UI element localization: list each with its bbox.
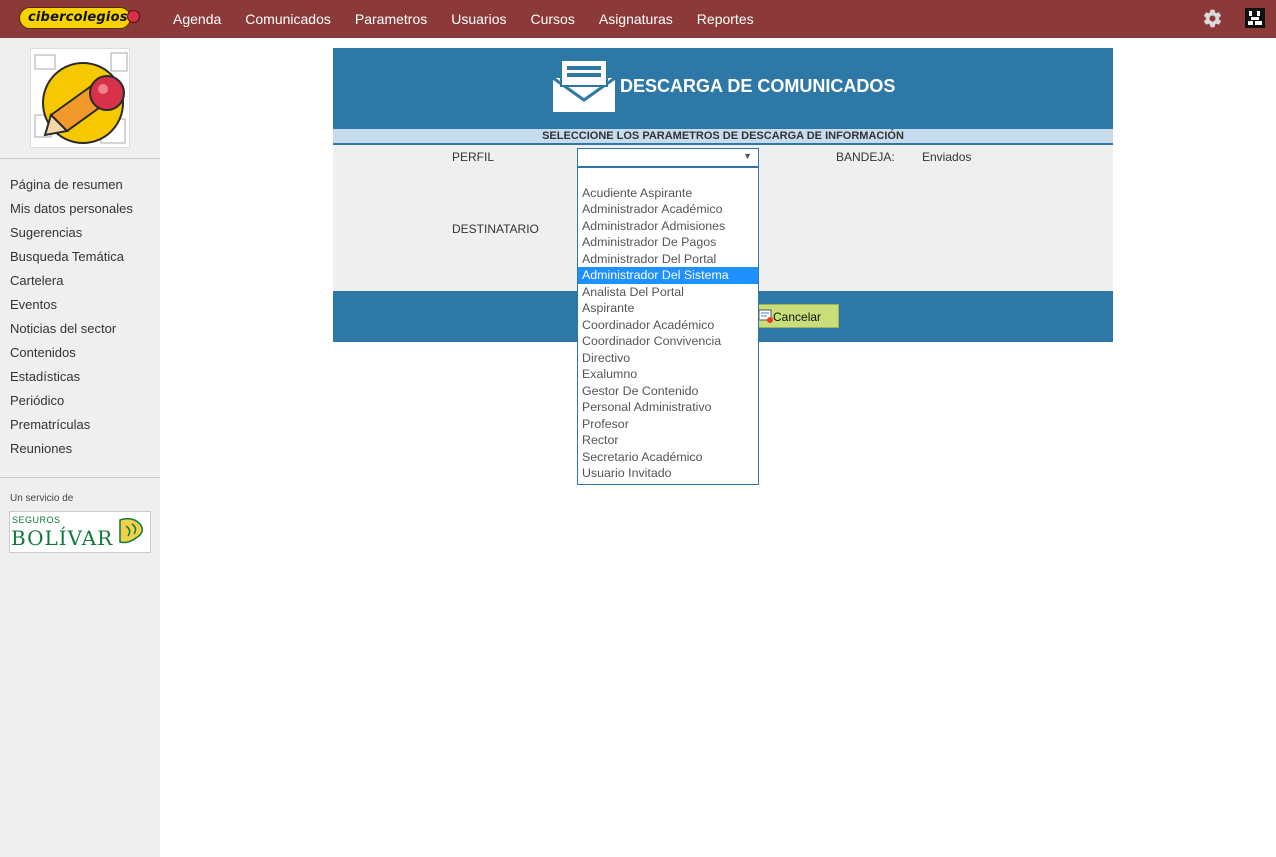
dropdown-option[interactable]: Directivo <box>578 350 758 367</box>
nav-asignaturas[interactable]: Asignaturas <box>599 11 673 27</box>
chevron-down-icon: ▼ <box>743 151 752 161</box>
partner-logo[interactable]: SEGUROS BOLÍVAR <box>9 511 151 553</box>
cancel-icon <box>759 309 773 323</box>
user-profile-icon[interactable] <box>1245 8 1265 28</box>
panel-subtitle: SELECCIONE LOS PARAMETROS DE DESCARGA DE… <box>333 129 1113 145</box>
dropdown-option[interactable]: Aspirante <box>578 300 758 317</box>
top-navbar: cibercolegios Agenda Comunicados Paramet… <box>0 0 1276 38</box>
sidebar-item-reuniones[interactable]: Reuniones <box>10 440 133 464</box>
nav-usuarios[interactable]: Usuarios <box>451 11 506 27</box>
page-title: DESCARGA DE COMUNICADOS <box>620 76 896 96</box>
main-nav: Agenda Comunicados Parametros Usuarios C… <box>173 0 778 38</box>
nav-comunicados[interactable]: Comunicados <box>245 11 331 27</box>
envelope-icon <box>553 60 615 112</box>
perfil-select[interactable]: ▼ <box>577 148 759 167</box>
dropdown-option[interactable]: Exalumno <box>578 366 758 383</box>
dropdown-option[interactable]: Administrador Del Portal <box>578 251 758 268</box>
nav-reportes[interactable]: Reportes <box>697 11 754 27</box>
dropdown-option[interactable]: Personal Administrativo <box>578 399 758 416</box>
dropdown-option[interactable]: Rector <box>578 432 758 449</box>
sidebar-item-sugerencias[interactable]: Sugerencias <box>10 224 133 248</box>
perfil-dropdown-list[interactable]: Acudiente Aspirante Administrador Académ… <box>577 167 759 485</box>
perfil-label: PERFIL <box>452 150 495 164</box>
sidebar-item-contenidos[interactable]: Contenidos <box>10 344 133 368</box>
cancel-button-label: Cancelar <box>773 310 822 324</box>
dropdown-option[interactable]: Coordinador Convivencia <box>578 333 758 350</box>
nav-cursos[interactable]: Cursos <box>531 11 575 27</box>
sidebar-item-cartelera[interactable]: Cartelera <box>10 272 133 296</box>
destinatario-label: DESTINATARIO <box>452 222 539 236</box>
sidebar-item-resumen[interactable]: Página de resumen <box>10 176 133 200</box>
sidebar: Página de resumen Mis datos personales S… <box>0 38 160 857</box>
sidebar-divider <box>0 158 160 159</box>
dropdown-option[interactable]: Administrador De Pagos <box>578 234 758 251</box>
sidebar-menu: Página de resumen Mis datos personales S… <box>10 176 133 464</box>
service-label: Un servicio de <box>10 493 74 504</box>
logo-ball-icon <box>127 10 140 23</box>
partner-logo-big: BOLÍVAR <box>11 526 114 550</box>
app-logo[interactable]: cibercolegios <box>19 7 131 29</box>
sidebar-item-eventos[interactable]: Eventos <box>10 296 133 320</box>
dropdown-option[interactable] <box>578 169 758 186</box>
sidebar-item-busqueda[interactable]: Busqueda Temática <box>10 248 133 272</box>
sidebar-item-datos-personales[interactable]: Mis datos personales <box>10 200 133 224</box>
partner-logo-small: SEGUROS <box>12 515 61 525</box>
dropdown-option-selected[interactable]: Administrador Del Sistema <box>578 267 758 284</box>
dropdown-option[interactable]: Acudiente Aspirante <box>578 185 758 202</box>
sidebar-item-periodico[interactable]: Periódico <box>10 392 133 416</box>
sidebar-item-noticias[interactable]: Noticias del sector <box>10 320 133 344</box>
bandeja-value: Enviados <box>922 150 972 164</box>
sidebar-item-prematriculas[interactable]: Prematrículas <box>10 416 133 440</box>
dropdown-option[interactable]: Administrador Académico <box>578 201 758 218</box>
bandeja-label: BANDEJA: <box>836 150 895 164</box>
dropdown-option[interactable]: Administrador Admisiones <box>578 218 758 235</box>
school-avatar <box>30 48 130 148</box>
cancel-button[interactable]: Cancelar <box>755 304 839 328</box>
sidebar-item-estadisticas[interactable]: Estadísticas <box>10 368 133 392</box>
dropdown-option[interactable]: Secretario Académico <box>578 449 758 466</box>
sidebar-divider <box>0 477 160 478</box>
nav-parametros[interactable]: Parametros <box>355 11 427 27</box>
dropdown-option[interactable]: Profesor <box>578 416 758 433</box>
nav-agenda[interactable]: Agenda <box>173 11 221 27</box>
dropdown-option[interactable]: Analista Del Portal <box>578 284 758 301</box>
gear-icon[interactable] <box>1202 8 1223 29</box>
dropdown-option[interactable]: Gestor De Contenido <box>578 383 758 400</box>
logo-text: cibercolegios <box>28 10 128 25</box>
bolivar-mark-icon <box>119 517 143 544</box>
dropdown-option[interactable]: Coordinador Académico <box>578 317 758 334</box>
dropdown-option[interactable]: Usuario Invitado <box>578 465 758 482</box>
panel-header: DESCARGA DE COMUNICADOS <box>333 48 1113 129</box>
